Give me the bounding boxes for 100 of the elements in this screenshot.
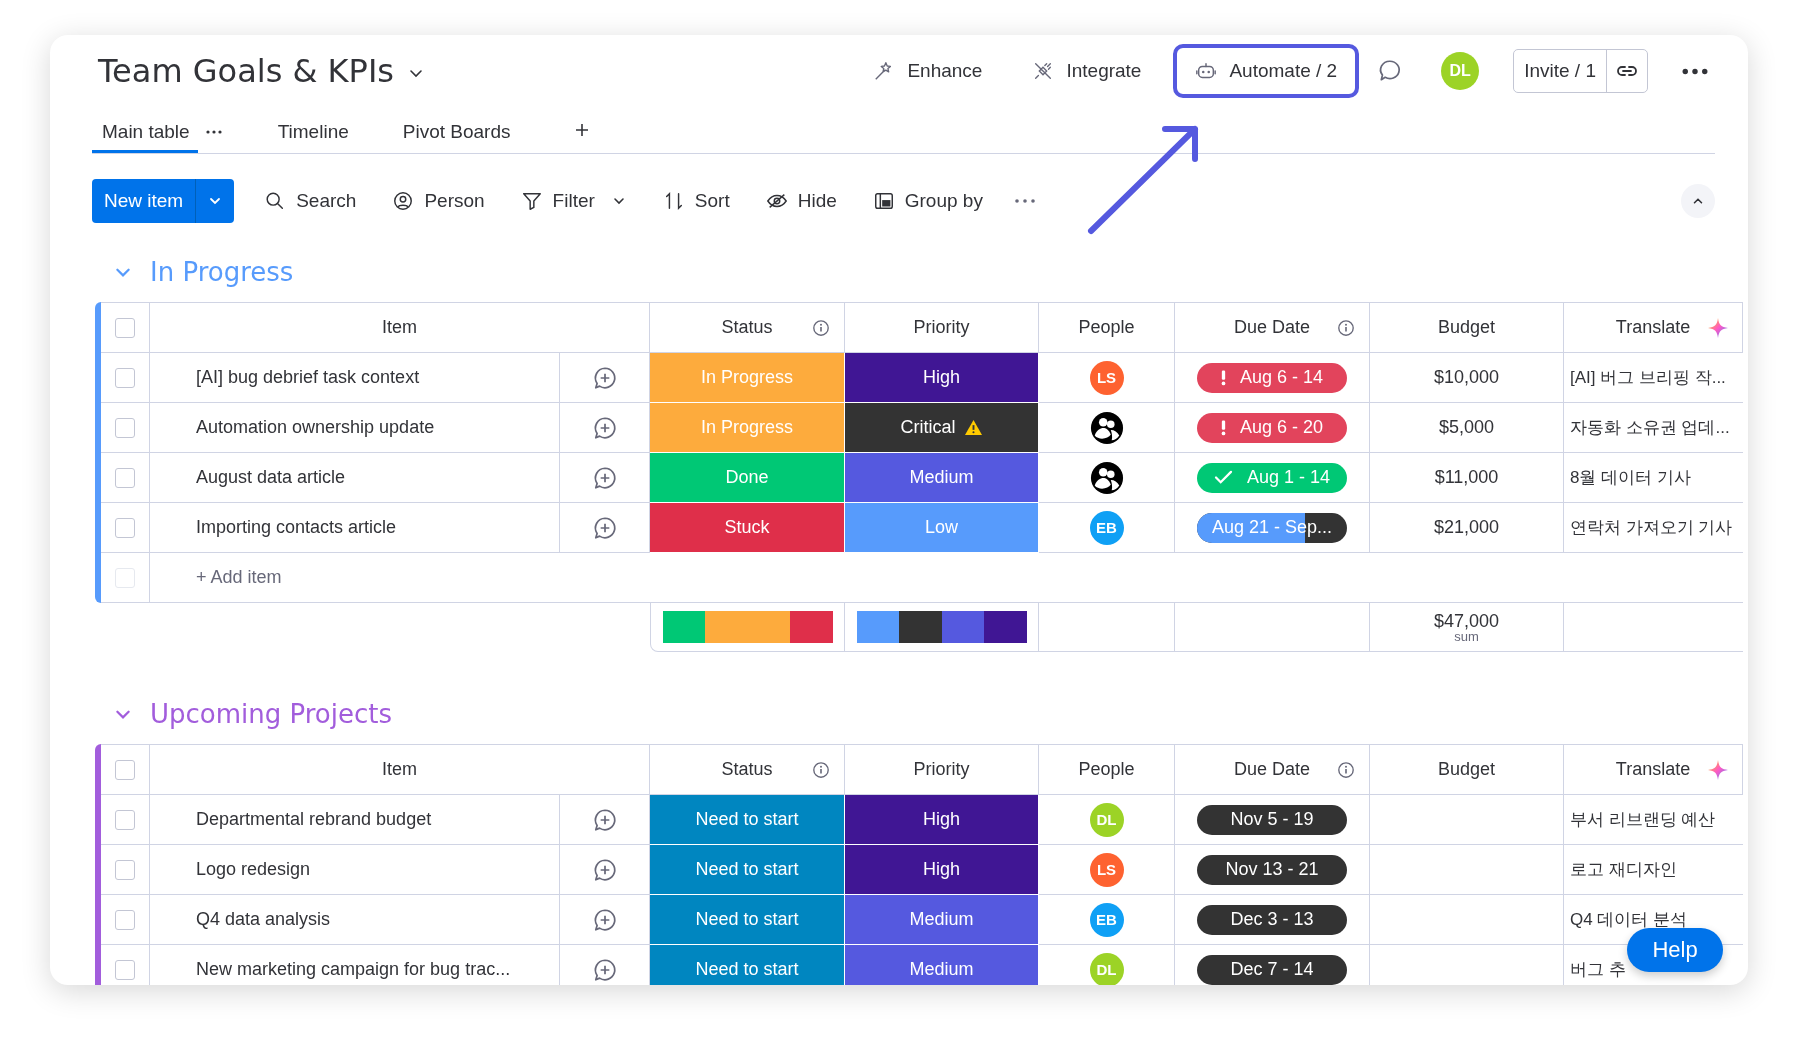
column-header[interactable]: Translate <box>1564 745 1743 795</box>
toolbar-button[interactable]: Person <box>386 186 491 216</box>
add-update-icon[interactable] <box>591 364 618 391</box>
header-action-button[interactable]: Enhance <box>855 46 1001 96</box>
alert-icon <box>1220 369 1226 386</box>
group-icon <box>872 190 895 212</box>
translated-text: [AI] 버그 브리핑 작... <box>1570 367 1726 389</box>
column-header[interactable]: People <box>1039 303 1175 353</box>
checkbox[interactable] <box>115 859 135 880</box>
translated-text: 로고 재디자인 <box>1570 859 1677 881</box>
add-update-icon[interactable] <box>591 856 618 883</box>
group-title[interactable]: Upcoming Projects <box>150 699 393 729</box>
new-item-button[interactable]: New item <box>92 179 235 223</box>
toolbar-button[interactable]: Sort <box>656 186 736 216</box>
column-header[interactable]: Item <box>150 303 650 353</box>
column-header[interactable]: Due Date <box>1175 303 1370 353</box>
item-name[interactable]: Logo redesign <box>196 859 311 880</box>
checkbox[interactable] <box>115 759 135 780</box>
item-name[interactable]: Importing contacts article <box>196 517 397 538</box>
item-name[interactable]: Q4 data analysis <box>196 909 331 930</box>
add-update-icon[interactable] <box>591 464 618 491</box>
sum-caption: sum <box>1454 629 1479 643</box>
checkbox[interactable] <box>115 959 135 980</box>
add-update-icon[interactable] <box>591 514 618 541</box>
checkbox[interactable] <box>115 317 135 338</box>
checkbox[interactable] <box>115 909 135 930</box>
status-label[interactable]: Need to start <box>650 845 845 895</box>
due-date-pill[interactable]: Nov 13 - 21 <box>1197 854 1347 885</box>
checkbox[interactable] <box>115 417 135 438</box>
checkbox[interactable] <box>115 809 135 830</box>
column-header[interactable]: Budget <box>1370 745 1564 795</box>
header-action-button[interactable]: Automate / 2 <box>1173 44 1360 98</box>
add-view-icon[interactable] <box>574 123 589 137</box>
translated-text: Q4 데이터 분석 <box>1570 909 1688 931</box>
add-update-icon[interactable] <box>591 906 618 933</box>
filter-icon <box>520 190 543 212</box>
budget-value: $21,000 <box>1433 517 1500 538</box>
warning-icon <box>963 419 983 436</box>
column-header[interactable]: People <box>1039 745 1175 795</box>
add-update-icon[interactable] <box>591 806 618 833</box>
header-action-button[interactable]: Integrate <box>1014 46 1160 96</box>
translated-text: 연락처 가져오기 기사 <box>1570 517 1733 539</box>
budget-sum: $47,000 <box>1433 611 1500 630</box>
add-update-icon[interactable] <box>591 414 618 441</box>
more-icon[interactable] <box>1682 67 1708 75</box>
translated-text: 8월 데이터 기사 <box>1570 467 1691 489</box>
view-tab[interactable]: Pivot Boards <box>392 107 519 153</box>
help-button[interactable]: Help <box>1627 928 1723 972</box>
info-icon[interactable] <box>812 318 830 337</box>
due-date-pill[interactable]: Aug 6 - 20 <box>1197 412 1347 443</box>
sparkle-icon[interactable] <box>1708 317 1728 338</box>
people-icon[interactable] <box>1089 410 1124 445</box>
status-label[interactable]: Stuck <box>650 503 845 553</box>
item-name[interactable]: August data article <box>196 467 346 488</box>
info-icon[interactable] <box>1337 760 1355 779</box>
status-label[interactable]: Need to start <box>650 895 845 945</box>
toolbar-button[interactable]: Group by <box>866 186 989 216</box>
translated-text: 자동화 소유권 업데... <box>1570 417 1730 439</box>
checkbox[interactable] <box>115 517 135 538</box>
budget-value: $11,000 <box>1434 467 1499 488</box>
add-item-field[interactable]: + Add item <box>196 567 282 588</box>
due-date-pill[interactable]: Nov 5 - 19 <box>1197 804 1347 835</box>
view-tab[interactable]: Timeline <box>267 107 357 153</box>
item-name[interactable]: Departmental rebrand budget <box>196 809 432 830</box>
people-icon[interactable] <box>1089 460 1124 495</box>
info-icon[interactable] <box>812 760 830 779</box>
item-name[interactable]: [AI] bug debrief task context <box>196 367 420 388</box>
more-icon[interactable] <box>1014 199 1035 203</box>
item-name[interactable]: New marketing campaign for bug trac... <box>196 959 511 980</box>
view-tab[interactable]: Main table <box>92 107 198 153</box>
add-update-icon[interactable] <box>591 956 618 983</box>
column-header[interactable]: Translate <box>1564 303 1743 353</box>
more-icon[interactable] <box>205 129 222 134</box>
checkbox[interactable] <box>115 367 135 388</box>
alert-icon <box>1220 419 1226 436</box>
column-header[interactable]: Budget <box>1370 303 1564 353</box>
person-icon <box>392 190 415 212</box>
priority-label[interactable]: Medium <box>845 895 1039 945</box>
info-icon[interactable] <box>1337 318 1355 337</box>
priority-label[interactable]: High <box>845 795 1039 845</box>
due-date-pill[interactable]: Dec 7 - 14 <box>1197 954 1347 985</box>
priority-label[interactable]: Medium <box>845 453 1039 503</box>
priority-label[interactable]: Medium <box>845 945 1039 985</box>
priority-label[interactable]: Critical <box>845 403 1039 453</box>
column-header[interactable]: Item <box>150 745 650 795</box>
board-title: Team Goals & KPIs <box>98 52 394 90</box>
status-label[interactable]: Need to start <box>650 795 845 845</box>
checkbox[interactable] <box>115 467 135 488</box>
invite-button[interactable]: Invite / 1 <box>1514 50 1607 92</box>
due-date-pill[interactable]: Dec 3 - 13 <box>1197 904 1347 935</box>
column-header[interactable]: Due Date <box>1175 745 1370 795</box>
toolbar-button[interactable]: Search <box>258 186 363 216</box>
translated-text: 부서 리브랜딩 예산 <box>1570 809 1716 831</box>
priority-label[interactable]: High <box>845 845 1039 895</box>
priority-label[interactable]: High <box>845 353 1039 403</box>
item-name[interactable]: Automation ownership update <box>196 417 435 438</box>
toolbar-button[interactable]: Hide <box>759 186 843 216</box>
toolbar-button[interactable]: Filter <box>514 186 633 216</box>
due-date-pill[interactable]: Aug 6 - 14 <box>1197 362 1347 393</box>
status-label[interactable]: Need to start <box>650 945 845 985</box>
